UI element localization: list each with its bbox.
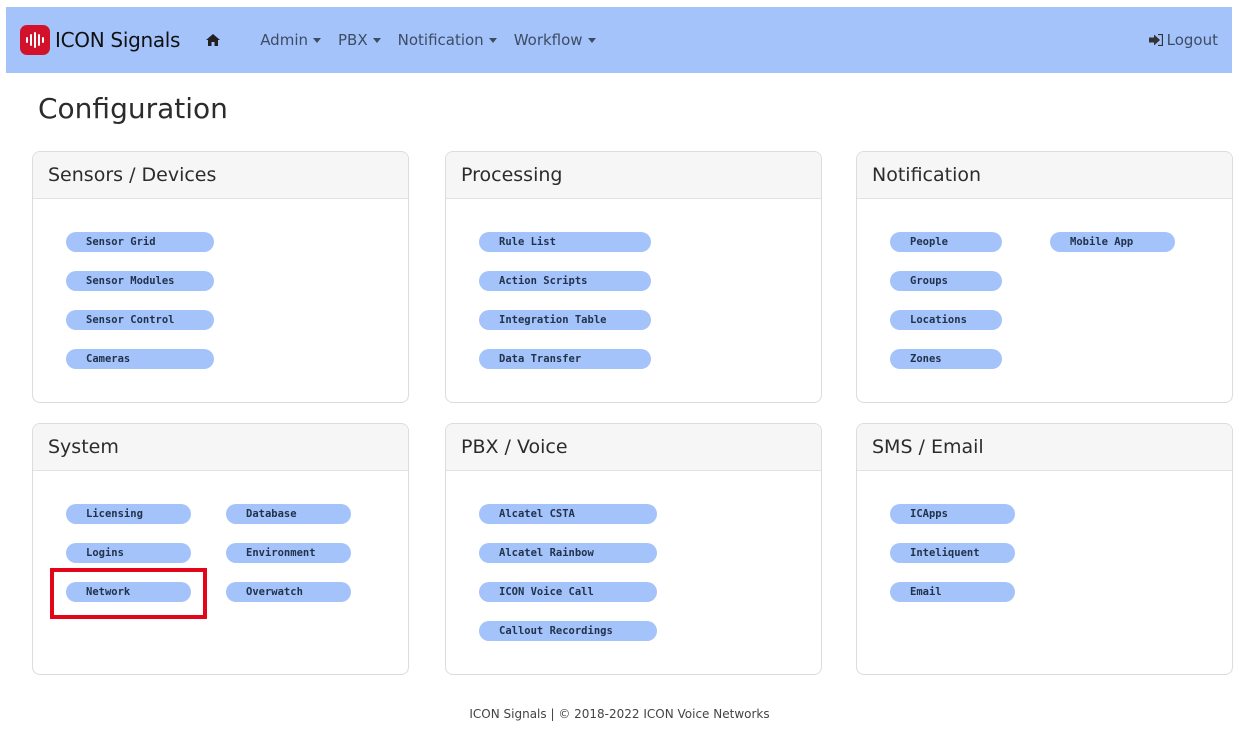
top-navbar: ICON Signals Admin PBX Notification Work… <box>6 7 1232 73</box>
panel-sms-email: SMS / Email ICApps Inteliquent Email <box>856 423 1233 675</box>
brand-logo-icon <box>20 25 50 55</box>
rule-list-button[interactable]: Rule List <box>479 232 651 252</box>
nav-pbx-label: PBX <box>338 31 368 49</box>
nav-admin-dropdown[interactable]: Admin <box>260 31 321 49</box>
nav-notification-label: Notification <box>397 31 484 49</box>
panel-title: Processing <box>446 152 821 199</box>
network-highlight-box <box>50 568 207 619</box>
brand[interactable]: ICON Signals <box>20 25 180 55</box>
logins-button[interactable]: Logins <box>66 543 191 563</box>
brand-name: ICON Signals <box>55 28 181 52</box>
panel-title: Notification <box>857 152 1232 199</box>
sensor-modules-button[interactable]: Sensor Modules <box>66 271 214 291</box>
panel-title: Sensors / Devices <box>33 152 408 199</box>
alcatel-rainbow-button[interactable]: Alcatel Rainbow <box>479 543 657 563</box>
home-icon[interactable] <box>206 34 221 46</box>
panel-title: PBX / Voice <box>446 424 821 471</box>
zones-button[interactable]: Zones <box>890 349 1002 369</box>
email-button[interactable]: Email <box>890 582 1015 602</box>
icapps-button[interactable]: ICApps <box>890 504 1015 524</box>
sensor-control-button[interactable]: Sensor Control <box>66 310 214 330</box>
footer: ICON Signals | © 2018-2022 ICON Voice Ne… <box>469 707 770 721</box>
nav-workflow-dropdown[interactable]: Workflow <box>514 31 596 49</box>
page-title: Configuration <box>38 92 228 125</box>
mobile-app-button[interactable]: Mobile App <box>1050 232 1175 252</box>
chevron-down-icon <box>372 37 381 43</box>
data-transfer-button[interactable]: Data Transfer <box>479 349 651 369</box>
nav-pbx-dropdown[interactable]: PBX <box>338 31 381 49</box>
chevron-down-icon <box>488 37 497 43</box>
people-button[interactable]: People <box>890 232 1002 252</box>
environment-button[interactable]: Environment <box>226 543 351 563</box>
icon-voice-call-button[interactable]: ICON Voice Call <box>479 582 657 602</box>
panel-processing: Processing Rule List Action Scripts Inte… <box>445 151 822 403</box>
logout-link[interactable]: Logout <box>1148 7 1218 73</box>
panel-title: SMS / Email <box>857 424 1232 471</box>
panel-notification: Notification People Groups Locations Zon… <box>856 151 1233 403</box>
inteliquent-button[interactable]: Inteliquent <box>890 543 1015 563</box>
database-button[interactable]: Database <box>226 504 351 524</box>
nav-notification-dropdown[interactable]: Notification <box>398 31 497 49</box>
panel-system: System Licensing Logins Network Database… <box>32 423 409 675</box>
nav-admin-label: Admin <box>260 31 308 49</box>
alcatel-csta-button[interactable]: Alcatel CSTA <box>479 504 657 524</box>
logout-icon <box>1148 34 1163 46</box>
groups-button[interactable]: Groups <box>890 271 1002 291</box>
chevron-down-icon <box>313 37 321 43</box>
chevron-down-icon <box>587 37 596 43</box>
action-scripts-button[interactable]: Action Scripts <box>479 271 651 291</box>
locations-button[interactable]: Locations <box>890 310 1002 330</box>
integration-table-button[interactable]: Integration Table <box>479 310 651 330</box>
panel-sensors-devices: Sensors / Devices Sensor Grid Sensor Mod… <box>32 151 409 403</box>
panel-pbx-voice: PBX / Voice Alcatel CSTA Alcatel Rainbow… <box>445 423 822 675</box>
overwatch-button[interactable]: Overwatch <box>226 582 351 602</box>
sensor-grid-button[interactable]: Sensor Grid <box>66 232 214 252</box>
logout-label: Logout <box>1166 31 1218 49</box>
licensing-button[interactable]: Licensing <box>66 504 191 524</box>
cameras-button[interactable]: Cameras <box>66 349 214 369</box>
panel-title: System <box>33 424 408 471</box>
nav-workflow-label: Workflow <box>513 31 583 49</box>
callout-recordings-button[interactable]: Callout Recordings <box>479 621 657 641</box>
